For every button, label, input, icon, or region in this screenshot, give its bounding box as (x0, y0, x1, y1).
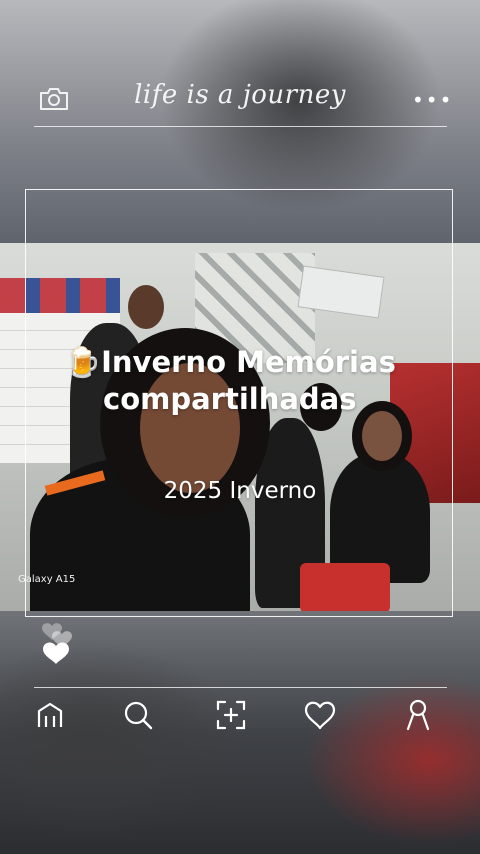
bottom-nav (0, 697, 480, 741)
more-icon[interactable]: ••• (412, 90, 453, 110)
nav-search[interactable] (120, 697, 156, 733)
profile-icon (406, 699, 430, 731)
nav-divider (34, 687, 447, 688)
post-subtitle: 2025 Inverno (163, 478, 317, 504)
app-title: life is a journey (134, 80, 346, 110)
post-caption: 🍺Inverno Memórias compartilhadas (65, 344, 425, 418)
nav-profile[interactable] (400, 697, 436, 733)
top-bar: life is a journey ••• (0, 70, 480, 130)
nav-add[interactable] (213, 697, 249, 733)
heart-icon (304, 701, 336, 730)
caption-line-2: compartilhadas (103, 382, 357, 416)
nav-likes[interactable] (302, 697, 338, 733)
add-photo-icon (216, 700, 246, 730)
heart-icon[interactable] (38, 612, 82, 672)
home-icon (37, 702, 63, 727)
beer-emoji: 🍺 (65, 345, 102, 379)
header-divider (34, 126, 447, 127)
device-watermark: Galaxy A15 (18, 574, 76, 585)
nav-home[interactable] (32, 697, 68, 733)
search-icon (124, 701, 153, 730)
caption-line-1: Inverno Memórias (101, 345, 396, 379)
